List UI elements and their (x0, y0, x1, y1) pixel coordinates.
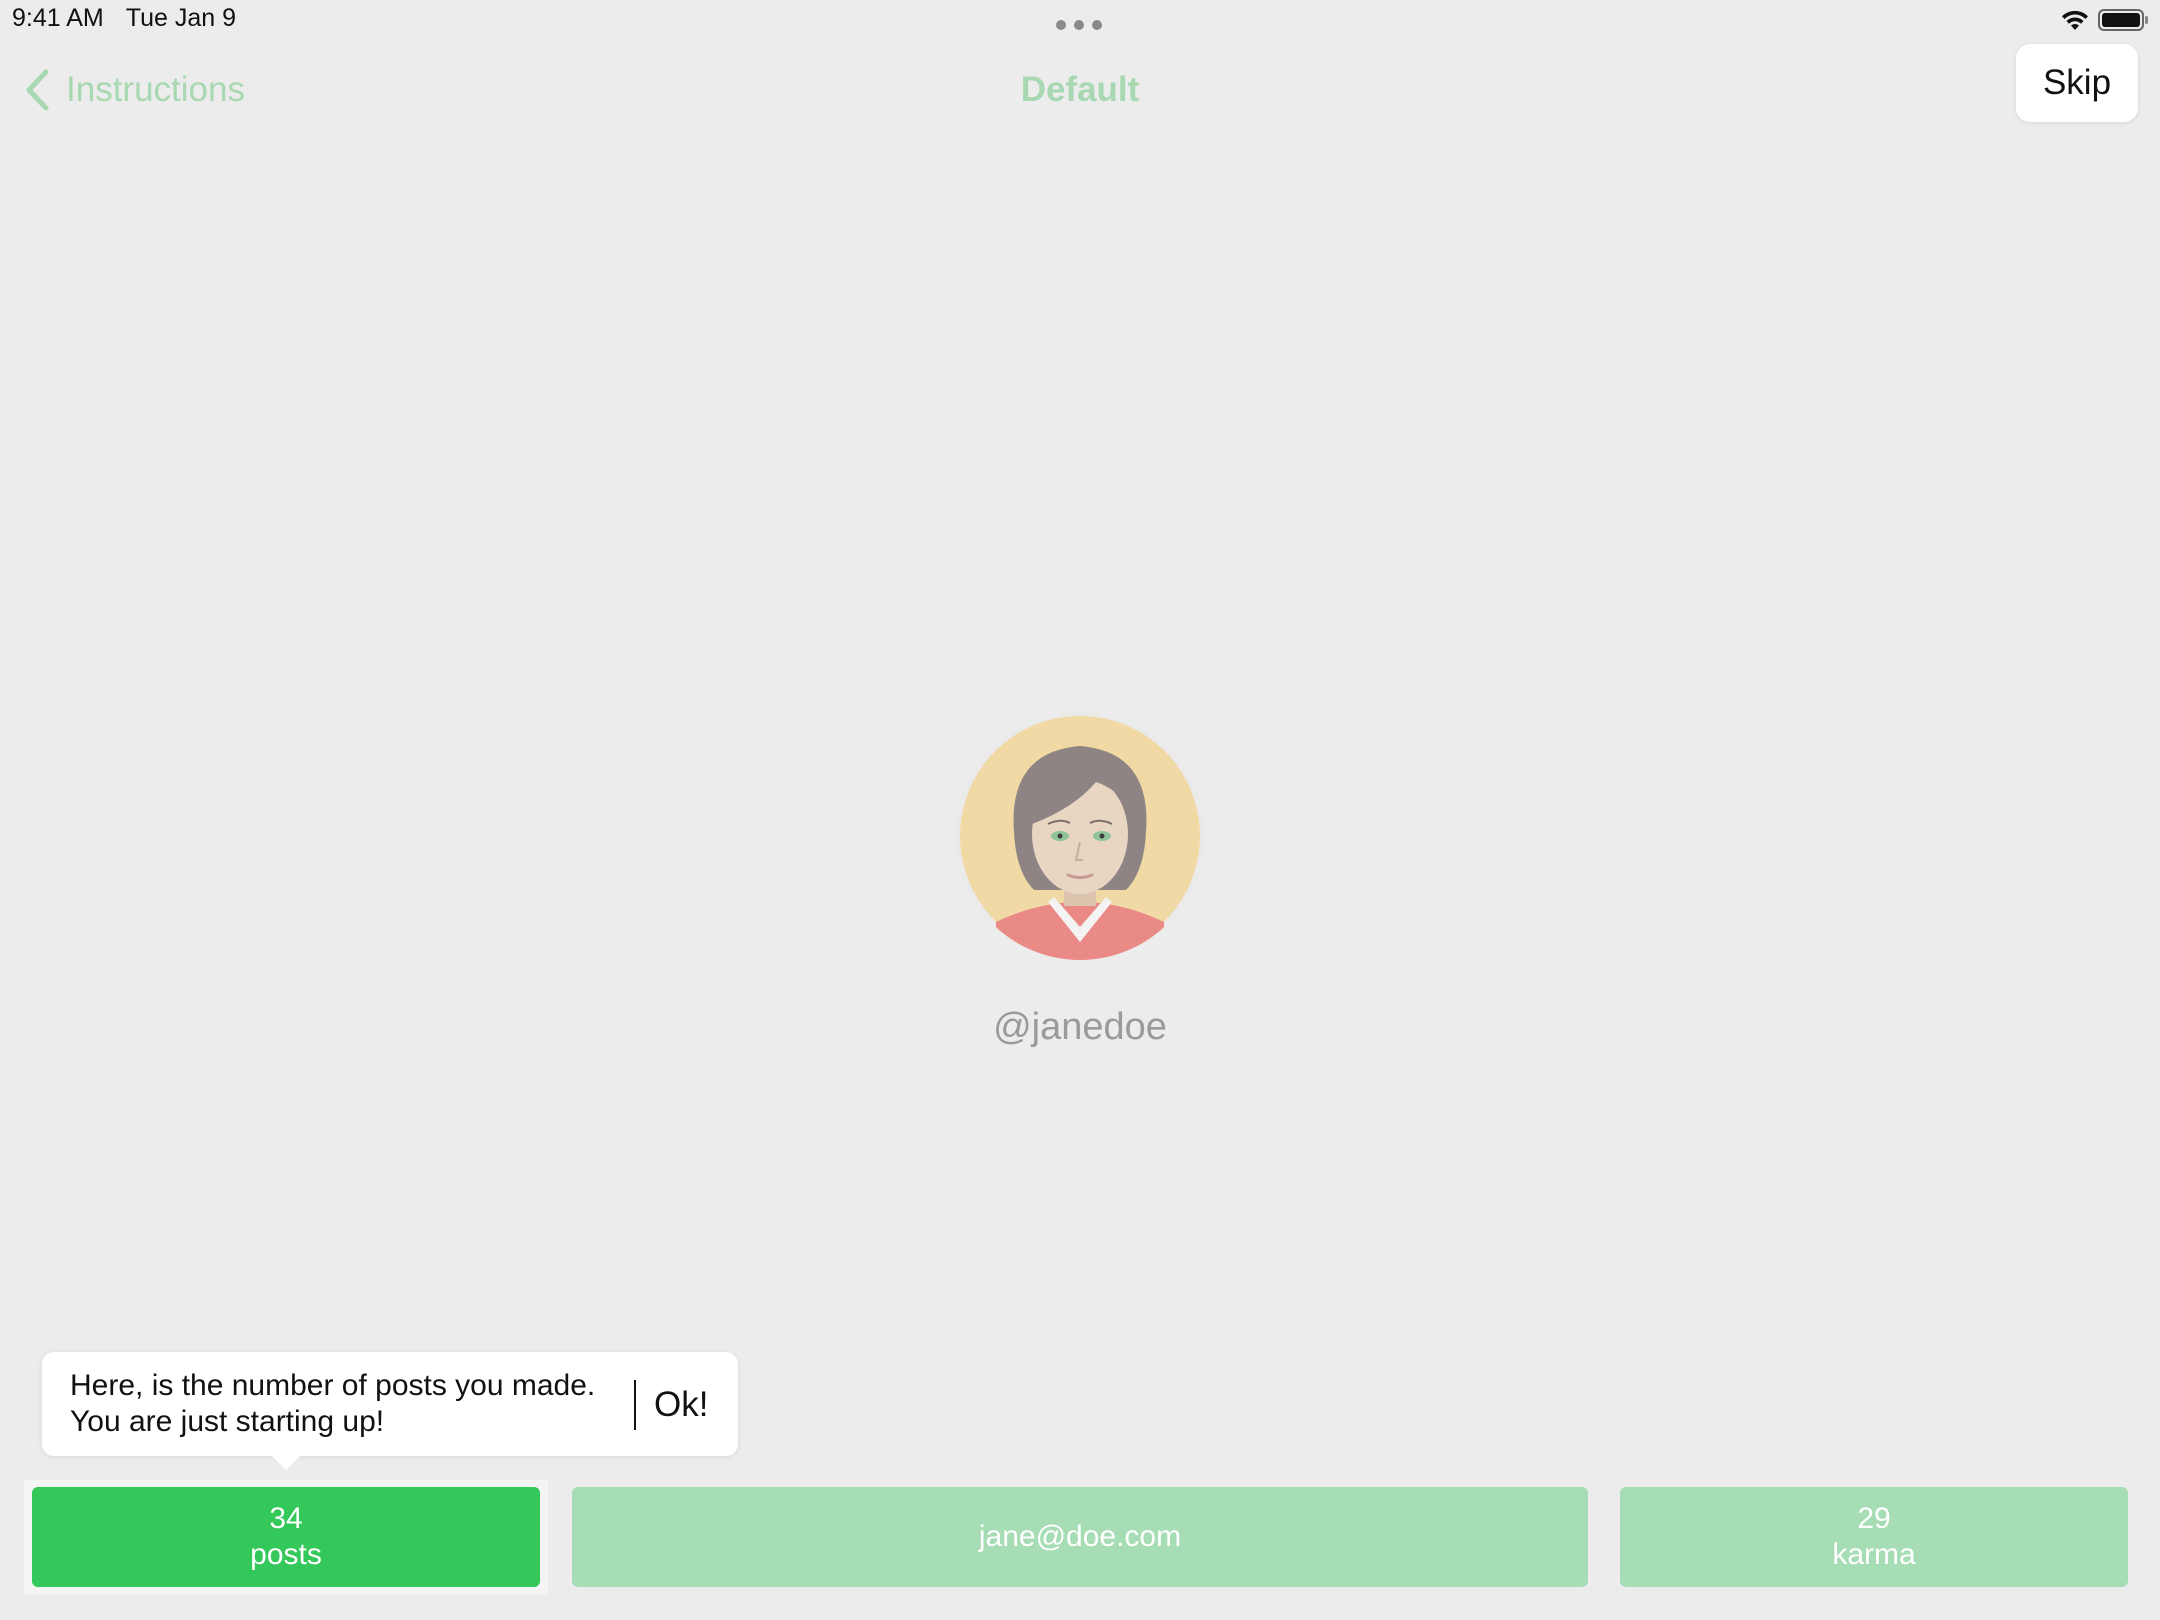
tooltip-arrow (270, 1454, 302, 1470)
status-bar-clock: 9:41 AM Tue Jan 9 (12, 4, 236, 33)
karma-button[interactable]: 29 karma (1620, 1487, 2128, 1587)
back-button[interactable]: Instructions (24, 66, 245, 114)
status-time: 9:41 AM (12, 4, 104, 32)
woman-avatar-icon (960, 716, 1200, 960)
back-button-label: Instructions (66, 70, 245, 109)
username: @janedoe (993, 1006, 1167, 1048)
avatar (956, 712, 1204, 960)
page-title: Default (1020, 70, 1140, 109)
tooltip-divider (634, 1380, 636, 1430)
tooltip-ok-button[interactable]: Ok! (654, 1380, 708, 1430)
multitasking-handle[interactable] (1056, 20, 1102, 30)
email-button[interactable]: jane@doe.com (572, 1487, 1588, 1587)
status-date: Tue Jan 9 (125, 4, 236, 32)
email-value: jane@doe.com (978, 1520, 1182, 1553)
karma-label: karma (1832, 1538, 1916, 1571)
dot-icon (1092, 20, 1102, 30)
karma-count: 29 (1857, 1502, 1891, 1535)
tooltip-line-2: You are just starting up! (70, 1405, 385, 1438)
tooltip-message: Here, is the number of posts you made. Y… (70, 1368, 630, 1440)
battery-full-icon (2098, 9, 2148, 31)
tooltip-line-1: Here, is the number of posts you made. (70, 1369, 596, 1402)
posts-count: 34 (269, 1502, 303, 1535)
dot-icon (1074, 20, 1084, 30)
wifi-icon (2062, 10, 2088, 30)
posts-label: posts (250, 1538, 322, 1571)
posts-button[interactable]: 34 posts (32, 1487, 540, 1587)
chevron-left-icon (26, 69, 49, 111)
skip-button[interactable]: Skip (2016, 44, 2138, 122)
dot-icon (1056, 20, 1066, 30)
